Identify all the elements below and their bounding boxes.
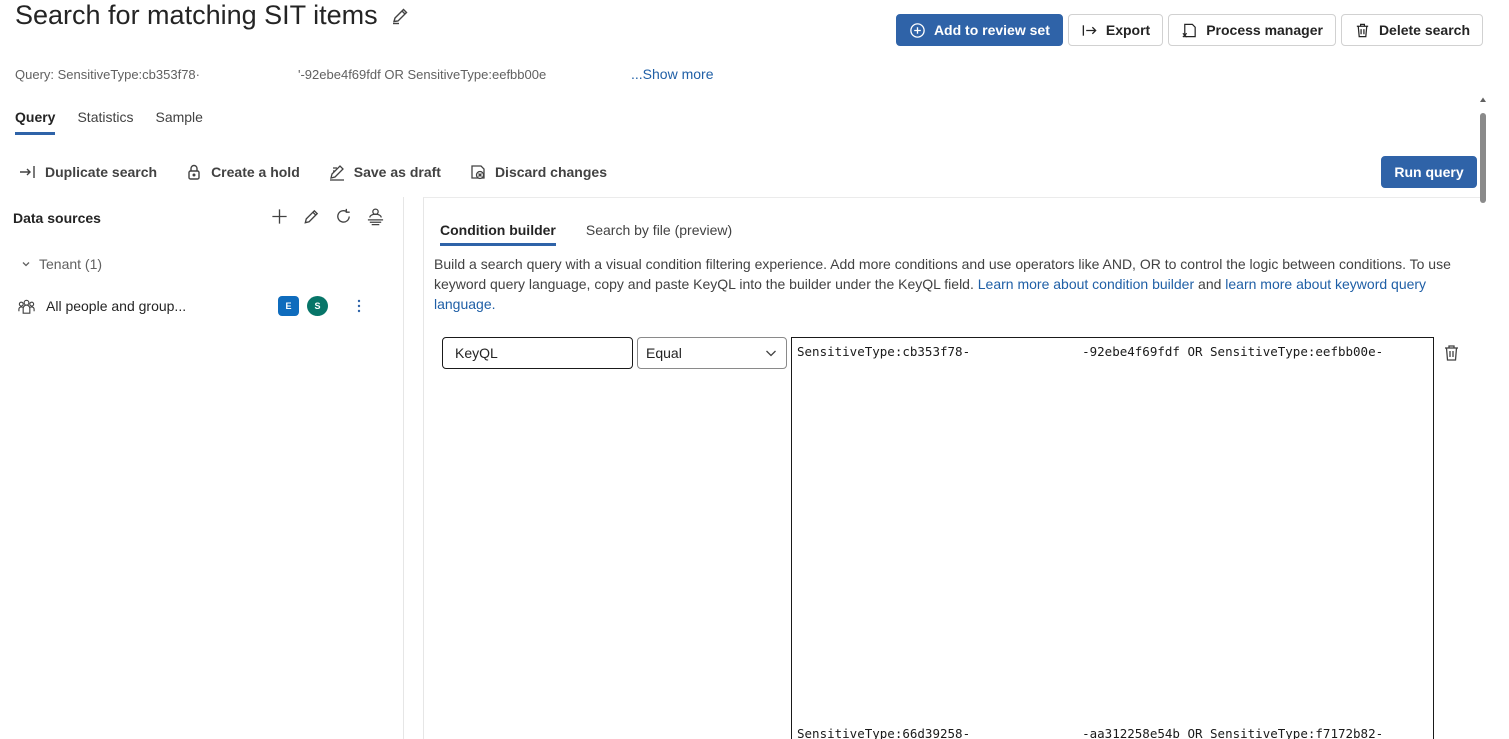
people-icon [18, 299, 35, 314]
query-text-segment: SensitiveType:66d39258- [797, 726, 971, 739]
filter-user-icon[interactable] [366, 207, 385, 226]
tab-sample[interactable]: Sample [155, 109, 202, 135]
edit-icon[interactable] [390, 6, 410, 26]
delete-search-label: Delete search [1378, 22, 1470, 38]
query-text-segment: SensitiveType:cb353f78- [797, 344, 971, 359]
tenant-label: Tenant (1) [39, 256, 103, 272]
tab-query[interactable]: Query [15, 109, 56, 135]
chevron-down-icon [766, 350, 776, 357]
tenant-group-toggle[interactable]: Tenant (1) [21, 256, 102, 272]
process-manager-icon [1182, 23, 1196, 38]
tab-statistics[interactable]: Statistics [77, 109, 133, 135]
exchange-icon: E [278, 296, 299, 316]
duplicate-search-label: Duplicate search [45, 164, 158, 180]
query-summary-suffix: '-92ebe4f69fdf OR SensitiveType:eefbb00e [298, 67, 547, 82]
condition-field-input[interactable]: KeyQL [442, 337, 633, 369]
discard-changes-button[interactable]: Discard changes [469, 163, 607, 181]
data-sources-title: Data sources [13, 210, 101, 226]
data-sources-actions [270, 207, 385, 226]
export-arrow-icon [1082, 24, 1097, 36]
add-to-review-set-label: Add to review set [933, 22, 1050, 38]
duplicate-icon [20, 166, 35, 178]
scrollbar-thumb[interactable] [1480, 113, 1486, 203]
chevron-down-icon [22, 262, 30, 267]
operator-value: Equal [646, 345, 682, 361]
create-hold-button[interactable]: Create a hold [185, 163, 300, 181]
run-query-button[interactable]: Run query [1381, 156, 1477, 188]
discard-changes-label: Discard changes [494, 164, 607, 180]
run-query-label: Run query [1394, 164, 1464, 180]
query-text-line: SensitiveType:66d39258- -aa312258e54b OR … [797, 726, 1383, 739]
trash-icon[interactable] [1443, 344, 1460, 362]
save-as-draft-label: Save as draft [353, 164, 441, 180]
more-vertical-icon[interactable] [351, 296, 367, 316]
sharepoint-icon: S [307, 296, 328, 316]
operator-dropdown[interactable]: Equal [637, 337, 787, 369]
condition-builder-help-link[interactable]: Learn more about condition builder [978, 276, 1194, 292]
data-source-label: All people and group... [46, 298, 187, 314]
duplicate-search-button[interactable]: Duplicate search [19, 163, 157, 181]
create-hold-label: Create a hold [211, 164, 300, 180]
process-manager-label: Process manager [1206, 22, 1323, 38]
trash-icon [1356, 23, 1369, 37]
query-value-textarea[interactable]: SensitiveType:cb353f78- -92ebe4f69fdf OR … [791, 337, 1434, 739]
data-source-app-icons: E S [278, 296, 328, 316]
query-text-line: SensitiveType:cb353f78- -92ebe4f69fdf OR … [797, 344, 1383, 359]
export-label: Export [1105, 22, 1151, 38]
builder-description-and: and [1194, 276, 1226, 292]
add-circle-icon [910, 22, 925, 38]
page-title: Search for matching SIT items [15, 0, 410, 31]
query-toolbar: Duplicate search Create a hold Save as d… [19, 163, 607, 181]
delete-search-button[interactable]: Delete search [1340, 14, 1483, 46]
page-title-text: Search for matching SIT items [15, 0, 378, 30]
add-icon[interactable] [270, 207, 289, 226]
query-summary: Query: SensitiveType:cb353f78· '-92ebe4f6… [15, 67, 546, 82]
condition-builder-panel: Condition builder Search by file (previe… [423, 197, 1480, 739]
export-button[interactable]: Export [1067, 14, 1164, 46]
draft-icon [329, 165, 344, 181]
tab-condition-builder[interactable]: Condition builder [440, 222, 556, 246]
show-more-link[interactable]: ...Show more [631, 66, 713, 82]
top-actions: Add to review set Export Process manager… [895, 14, 1483, 46]
query-summary-prefix: Query: SensitiveType:cb353f78· [15, 67, 200, 82]
main-tabs: Query Statistics Sample [15, 109, 203, 135]
query-text-segment: -92ebe4f69fdf OR SensitiveType:eefbb00e- [1082, 344, 1384, 359]
scroll-up-arrow-icon[interactable] [1479, 96, 1487, 104]
save-as-draft-button[interactable]: Save as draft [328, 163, 441, 181]
builder-description: Build a search query with a visual condi… [434, 254, 1464, 314]
page-scrollbar[interactable] [1478, 96, 1488, 736]
query-text-segment: -aa312258e54b OR SensitiveType:f7172b82- [1082, 726, 1384, 739]
refresh-icon[interactable] [334, 207, 353, 226]
builder-tabs: Condition builder Search by file (previe… [440, 222, 732, 246]
data-source-row[interactable]: All people and group... E S [17, 296, 377, 316]
lock-icon [188, 164, 200, 180]
discard-icon [471, 165, 485, 180]
add-to-review-set-button[interactable]: Add to review set [895, 14, 1063, 46]
tab-search-by-file[interactable]: Search by file (preview) [586, 222, 732, 246]
edit-icon[interactable] [302, 207, 321, 226]
data-sources-panel: Data sources Tenant (1) All people and g… [0, 197, 404, 739]
process-manager-button[interactable]: Process manager [1168, 14, 1336, 46]
